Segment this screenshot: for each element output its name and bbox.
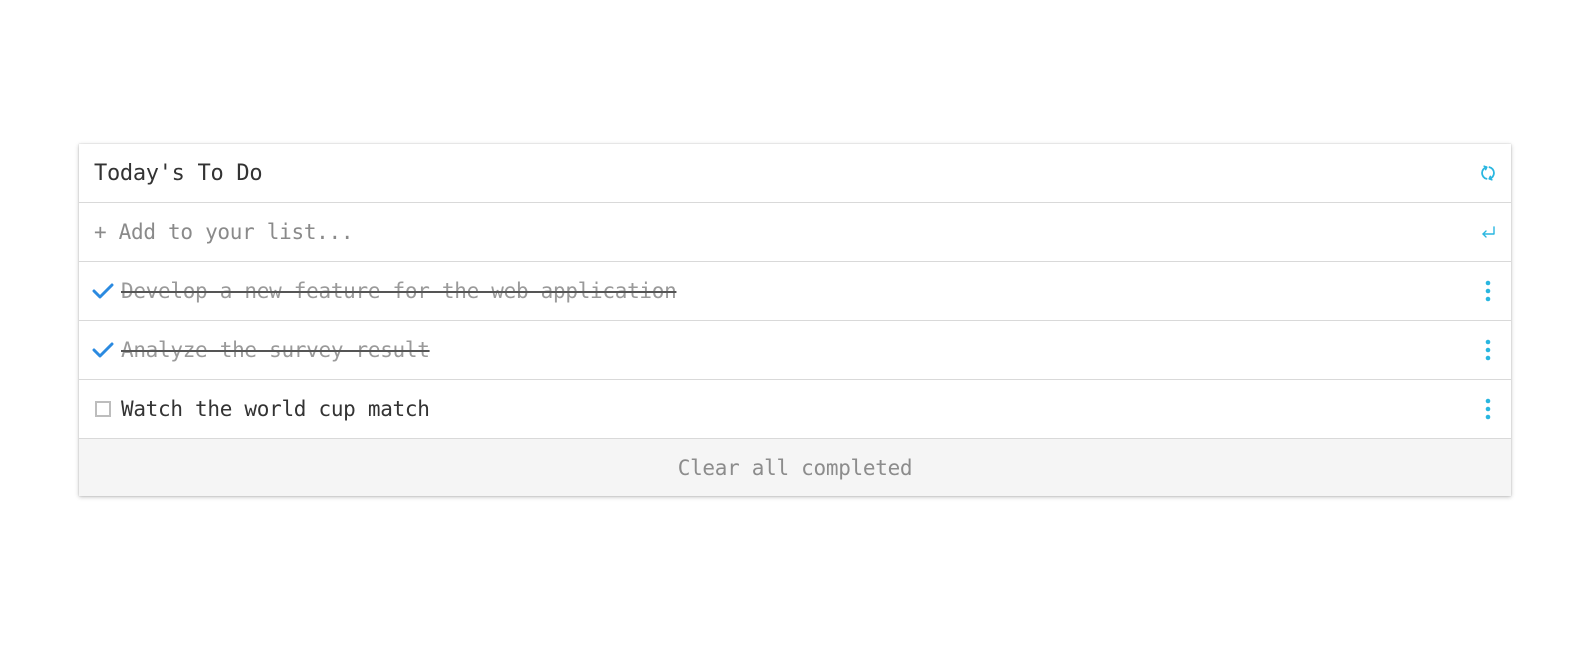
enter-icon[interactable] <box>1477 221 1499 243</box>
checkbox-checked[interactable] <box>92 280 114 302</box>
add-item-input[interactable] <box>94 220 1434 244</box>
page-title: Today's To Do <box>94 160 263 186</box>
item-text: Develop a new feature for the web applic… <box>121 279 677 303</box>
list-item: Watch the world cup match <box>79 380 1511 439</box>
list-item: Analyze the survey result <box>79 321 1511 380</box>
todo-card: Today's To Do Develop a new feature for … <box>79 144 1511 496</box>
todo-footer: Clear all completed <box>79 439 1511 496</box>
more-options-icon[interactable] <box>1477 339 1499 361</box>
add-item-row <box>79 203 1511 262</box>
clear-completed-button[interactable]: Clear all completed <box>672 455 919 481</box>
item-text: Watch the world cup match <box>121 397 430 421</box>
more-options-icon[interactable] <box>1477 398 1499 420</box>
checkbox-box <box>95 401 111 417</box>
checkbox-unchecked[interactable] <box>92 398 114 420</box>
todo-header: Today's To Do <box>79 144 1511 203</box>
refresh-icon[interactable] <box>1477 162 1499 184</box>
more-options-icon[interactable] <box>1477 280 1499 302</box>
list-item: Develop a new feature for the web applic… <box>79 262 1511 321</box>
item-text: Analyze the survey result <box>121 338 430 362</box>
checkbox-checked[interactable] <box>92 339 114 361</box>
